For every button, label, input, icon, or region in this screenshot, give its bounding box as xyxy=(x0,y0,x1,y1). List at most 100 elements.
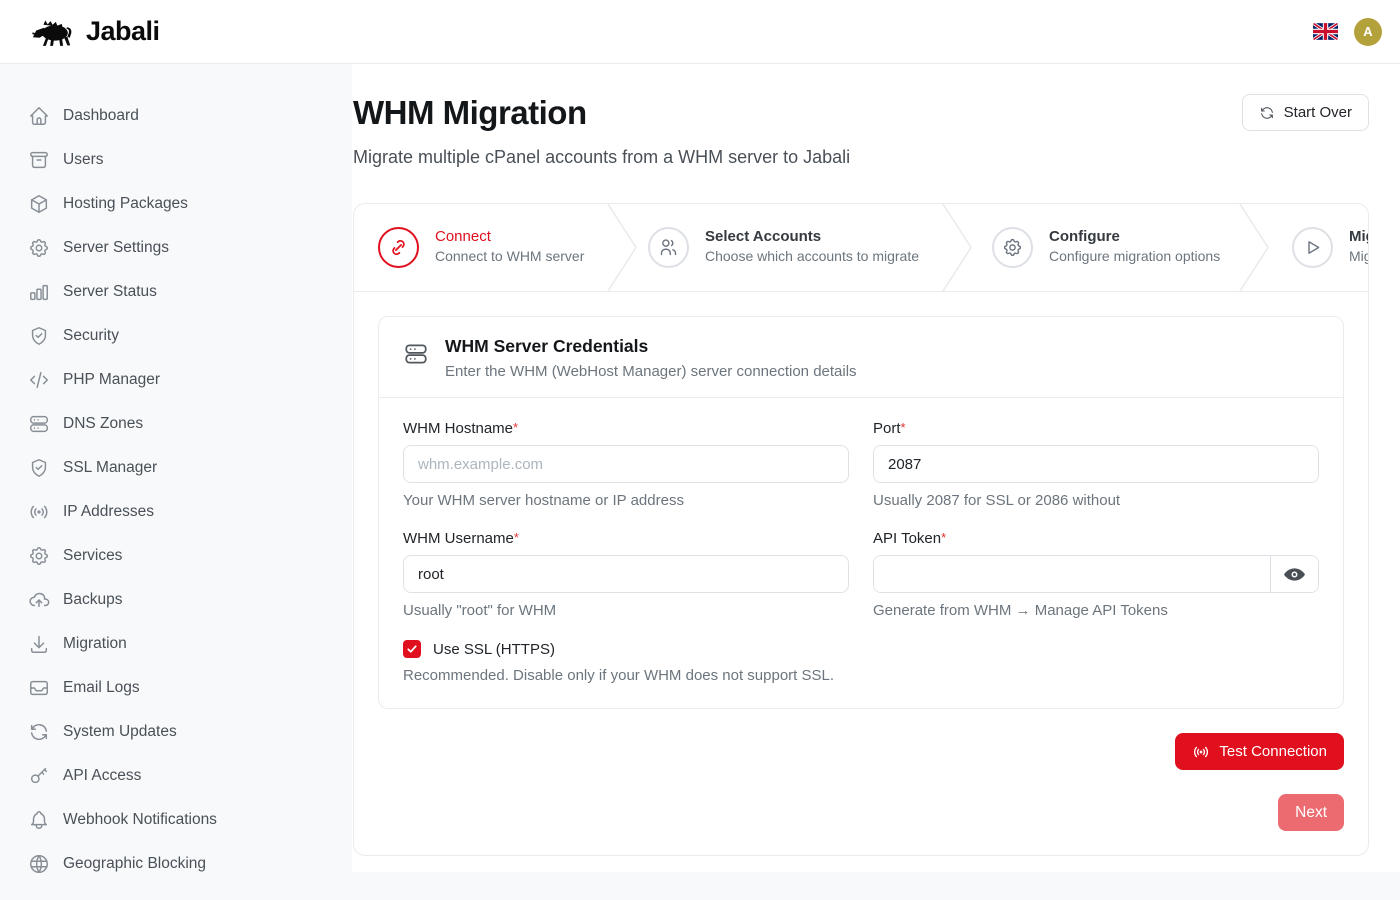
sidebar-item-label: SSL Manager xyxy=(63,459,157,477)
sidebar-item-label: Server Status xyxy=(63,283,157,301)
username-label: WHM Username* xyxy=(403,530,849,547)
api-token-input[interactable] xyxy=(874,556,1270,592)
broadcast-icon xyxy=(28,501,50,523)
sidebar-item-label: Hosting Packages xyxy=(63,195,188,213)
brand-logo[interactable]: Jabali xyxy=(30,16,160,47)
inbox-icon xyxy=(28,677,50,699)
card-subtitle: Enter the WHM (WebHost Manager) server c… xyxy=(445,363,857,380)
sidebar-item-backups[interactable]: Backups xyxy=(0,578,352,622)
avatar[interactable]: A xyxy=(1354,18,1382,46)
ssl-checkbox[interactable] xyxy=(403,640,421,658)
refresh-icon xyxy=(28,721,50,743)
test-connection-button[interactable]: Test Connection xyxy=(1175,733,1344,770)
sidebar-item-label: Webhook Notifications xyxy=(63,811,217,829)
sidebar-item-label: Backups xyxy=(63,591,122,609)
cloud-upload-icon xyxy=(28,589,50,611)
sidebar-item-label: Dashboard xyxy=(63,107,139,125)
credentials-card: WHM Server Credentials Enter the WHM (We… xyxy=(378,316,1344,709)
step-subtitle: Connect to WHM server xyxy=(435,247,584,267)
sidebar-item-hosting-packages[interactable]: Hosting Packages xyxy=(0,182,352,226)
port-input[interactable] xyxy=(873,445,1319,483)
gear-icon xyxy=(28,237,50,259)
step-title: Connect xyxy=(435,228,584,245)
port-field: Port* Usually 2087 for SSL or 2086 witho… xyxy=(873,420,1319,509)
api-token-help: Generate from WHM → Manage API Tokens xyxy=(873,602,1319,619)
brand-name: Jabali xyxy=(86,16,160,47)
sidebar-item-label: DNS Zones xyxy=(63,415,143,433)
step-select-accounts[interactable]: Select Accounts Choose which accounts to… xyxy=(622,204,957,291)
users-icon xyxy=(658,237,679,258)
sidebar-item-server-status[interactable]: Server Status xyxy=(0,270,352,314)
hostname-field: WHM Hostname* Your WHM server hostname o… xyxy=(403,420,849,509)
chart-bars-icon xyxy=(28,281,50,303)
sidebar-item-label: Email Logs xyxy=(63,679,140,697)
refresh-icon xyxy=(1259,105,1275,121)
sidebar-item-system-updates[interactable]: System Updates xyxy=(0,710,352,754)
uk-flag-icon[interactable] xyxy=(1313,23,1338,40)
step-subtitle: Migrate accounts xyxy=(1349,247,1369,267)
sidebar-item-label: Server Settings xyxy=(63,239,169,257)
ssl-help: Recommended. Disable only if your WHM do… xyxy=(403,667,1319,684)
sidebar-item-dns-zones[interactable]: DNS Zones xyxy=(0,402,352,446)
sidebar-item-webhook-notifications[interactable]: Webhook Notifications xyxy=(0,798,352,842)
hostname-help: Your WHM server hostname or IP address xyxy=(403,492,849,509)
credentials-card-header: WHM Server Credentials Enter the WHM (We… xyxy=(379,317,1343,398)
sidebar-item-geographic-blocking[interactable]: Geographic Blocking xyxy=(0,842,352,886)
step-circle xyxy=(1292,227,1333,268)
api-token-field: API Token* xyxy=(873,530,1319,619)
toggle-token-visibility-button[interactable] xyxy=(1270,556,1318,592)
home-icon xyxy=(28,105,50,127)
sidebar-item-dashboard[interactable]: Dashboard xyxy=(0,94,352,138)
sidebar-item-api-access[interactable]: API Access xyxy=(0,754,352,798)
shield-check-icon xyxy=(28,325,50,347)
sidebar: Dashboard Users Hosting Packages Server … xyxy=(0,64,352,900)
sidebar-item-services[interactable]: Services xyxy=(0,534,352,578)
card-title: WHM Server Credentials xyxy=(445,336,857,357)
server-stack-icon xyxy=(403,341,429,367)
check-icon xyxy=(406,643,418,655)
api-token-label: API Token* xyxy=(873,530,1319,547)
sidebar-item-ip-addresses[interactable]: IP Addresses xyxy=(0,490,352,534)
key-icon xyxy=(28,765,50,787)
step-migrate[interactable]: Migrate Migrate accounts xyxy=(1254,204,1368,291)
sidebar-item-label: Geographic Blocking xyxy=(63,855,206,873)
main-content: WHM Migration Migrate multiple cPanel ac… xyxy=(352,64,1400,872)
sidebar-item-server-settings[interactable]: Server Settings xyxy=(0,226,352,270)
ssl-checkbox-label[interactable]: Use SSL (HTTPS) xyxy=(433,641,555,658)
start-over-label: Start Over xyxy=(1284,104,1352,121)
sidebar-item-label: Migration xyxy=(63,635,127,653)
start-over-button[interactable]: Start Over xyxy=(1242,94,1369,131)
sidebar-item-php-manager[interactable]: PHP Manager xyxy=(0,358,352,402)
shield-check-icon xyxy=(28,457,50,479)
topbar-right: A xyxy=(1313,18,1382,46)
play-icon xyxy=(1302,237,1323,258)
sidebar-item-migration[interactable]: Migration xyxy=(0,622,352,666)
sidebar-item-ssl-manager[interactable]: SSL Manager xyxy=(0,446,352,490)
gear-icon xyxy=(28,545,50,567)
code-icon xyxy=(28,369,50,391)
link-icon xyxy=(388,237,409,258)
globe-icon xyxy=(28,853,50,875)
sidebar-item-users[interactable]: Users xyxy=(0,138,352,182)
topbar: Jabali A xyxy=(0,0,1400,64)
hostname-input[interactable] xyxy=(403,445,849,483)
sidebar-item-email-logs[interactable]: Email Logs xyxy=(0,666,352,710)
required-asterisk: * xyxy=(513,420,518,435)
username-input[interactable] xyxy=(403,555,849,593)
step-configure[interactable]: Configure Configure migration options xyxy=(957,204,1254,291)
step-title: Migrate xyxy=(1349,228,1369,245)
download-icon xyxy=(28,633,50,655)
broadcast-icon xyxy=(1192,743,1210,761)
step-circle xyxy=(378,227,419,268)
step-subtitle: Choose which accounts to migrate xyxy=(705,247,919,267)
username-help: Usually "root" for WHM xyxy=(403,602,849,619)
step-connect[interactable]: Connect Connect to WHM server xyxy=(354,204,622,291)
next-button[interactable]: Next xyxy=(1278,794,1344,831)
required-asterisk: * xyxy=(514,530,519,545)
sidebar-item-label: IP Addresses xyxy=(63,503,154,521)
page-title: WHM Migration xyxy=(353,94,850,132)
username-field: WHM Username* Usually "root" for WHM xyxy=(403,530,849,619)
eye-icon xyxy=(1284,568,1305,581)
archive-icon xyxy=(28,149,50,171)
sidebar-item-security[interactable]: Security xyxy=(0,314,352,358)
